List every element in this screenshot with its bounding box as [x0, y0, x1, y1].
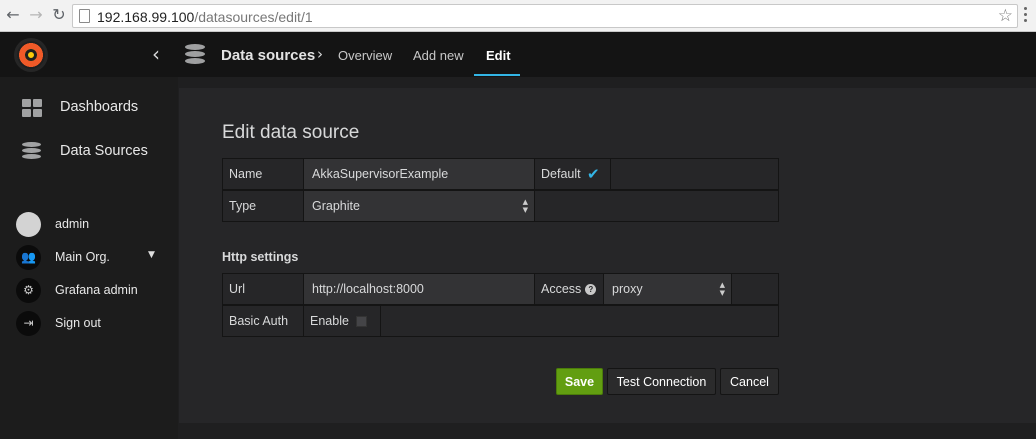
- sidebar: Dashboards Data Sources admin 👥 Main Org…: [0, 77, 178, 439]
- sidebar-user-profile[interactable]: admin: [0, 210, 178, 240]
- grafana-logo-icon[interactable]: [14, 38, 48, 72]
- database-icon: [185, 44, 205, 66]
- form-row-name: Name AkkaSupervisorExample Default ✔: [222, 158, 779, 190]
- select-arrows-icon: ▲ ▼: [719, 281, 725, 297]
- users-icon: 👥: [16, 245, 41, 270]
- enable-label: Enable: [310, 314, 349, 328]
- name-input[interactable]: AkkaSupervisorExample: [304, 159, 535, 189]
- page-icon: [79, 9, 90, 23]
- sidebar-item-data-sources[interactable]: Data Sources: [0, 134, 178, 170]
- help-question-icon[interactable]: ?: [585, 284, 597, 296]
- org-name: Main Org.: [55, 250, 110, 264]
- tab-edit[interactable]: Edit: [486, 48, 511, 63]
- sidebar-sign-out[interactable]: ⇥ Sign out: [0, 309, 178, 339]
- sign-out-label: Sign out: [55, 316, 101, 330]
- form-row-basic-auth: Basic Auth Enable: [222, 305, 779, 337]
- empty-cell: [381, 306, 778, 336]
- save-button[interactable]: Save: [556, 368, 603, 395]
- tab-overview[interactable]: Overview: [338, 48, 392, 63]
- user-avatar-icon: [16, 212, 41, 237]
- type-select-value: Graphite: [312, 199, 360, 213]
- sidebar-item-dashboards[interactable]: Dashboards: [0, 90, 178, 126]
- access-select[interactable]: proxy ▲ ▼: [604, 274, 732, 304]
- active-tab-indicator: [474, 74, 520, 76]
- dashboards-grid-icon: [22, 99, 42, 117]
- cancel-button[interactable]: Cancel: [720, 368, 779, 395]
- name-label: Name: [223, 159, 304, 189]
- empty-cell: [535, 191, 778, 221]
- default-checkbox-container[interactable]: Default ✔: [535, 159, 611, 189]
- sidebar-item-label: Data Sources: [60, 143, 148, 159]
- access-label-cell: Access?: [535, 274, 604, 304]
- browser-toolbar: ← → ↻ 192.168.99.100/datasources/edit/1 …: [0, 0, 1036, 32]
- caret-down-icon: ▼: [148, 250, 155, 260]
- user-name: admin: [55, 217, 90, 231]
- empty-cell: [732, 274, 778, 304]
- url-text: 192.168.99.100/datasources/edit/1: [97, 9, 313, 25]
- form-row-type: Type Graphite ▲ ▼: [222, 190, 779, 222]
- access-label: Access: [541, 282, 582, 296]
- basic-auth-label: Basic Auth: [223, 306, 304, 336]
- sidebar-toggle-chevron-icon[interactable]: ‹: [152, 42, 160, 66]
- type-label: Type: [223, 191, 304, 221]
- chevron-right-icon: ›: [317, 45, 323, 63]
- type-select[interactable]: Graphite ▲ ▼: [304, 191, 535, 221]
- enable-checkbox-container[interactable]: Enable: [304, 306, 381, 336]
- address-bar[interactable]: 192.168.99.100/datasources/edit/1 ☆: [72, 4, 1018, 28]
- top-navbar: ‹ Data sources › Overview Add new Edit: [0, 32, 1036, 77]
- reload-icon[interactable]: ↻: [50, 6, 68, 24]
- test-connection-button[interactable]: Test Connection: [607, 368, 716, 395]
- grafana-admin-label: Grafana admin: [55, 283, 138, 297]
- url-input[interactable]: http://localhost:8000: [304, 274, 535, 304]
- tab-add-new[interactable]: Add new: [413, 48, 464, 63]
- select-arrows-icon: ▲ ▼: [522, 198, 528, 214]
- gear-icon: ⚙: [16, 278, 41, 303]
- default-label: Default: [541, 167, 581, 181]
- back-arrow-icon[interactable]: ←: [4, 6, 22, 24]
- page-breadcrumb-title[interactable]: Data sources: [221, 47, 315, 64]
- default-checkmark-icon[interactable]: ✔: [587, 159, 600, 189]
- forward-arrow-icon[interactable]: →: [27, 6, 45, 24]
- empty-cell: [611, 159, 778, 189]
- access-select-value: proxy: [612, 282, 643, 296]
- bookmark-star-icon[interactable]: ☆: [998, 6, 1013, 26]
- sidebar-grafana-admin[interactable]: ⚙ Grafana admin: [0, 276, 178, 306]
- sidebar-org-switcher[interactable]: 👥 Main Org. ▼: [0, 243, 178, 273]
- page-title: Edit data source: [222, 122, 360, 143]
- form-row-url: Url http://localhost:8000 Access? proxy …: [222, 273, 779, 305]
- http-settings-heading: Http settings: [222, 250, 299, 264]
- sidebar-item-label: Dashboards: [60, 99, 139, 115]
- database-icon: [22, 142, 42, 164]
- url-label: Url: [223, 274, 304, 304]
- enable-checkbox[interactable]: [356, 316, 367, 327]
- browser-menu-icon[interactable]: [1024, 7, 1028, 25]
- sign-out-icon: ⇥: [16, 311, 41, 336]
